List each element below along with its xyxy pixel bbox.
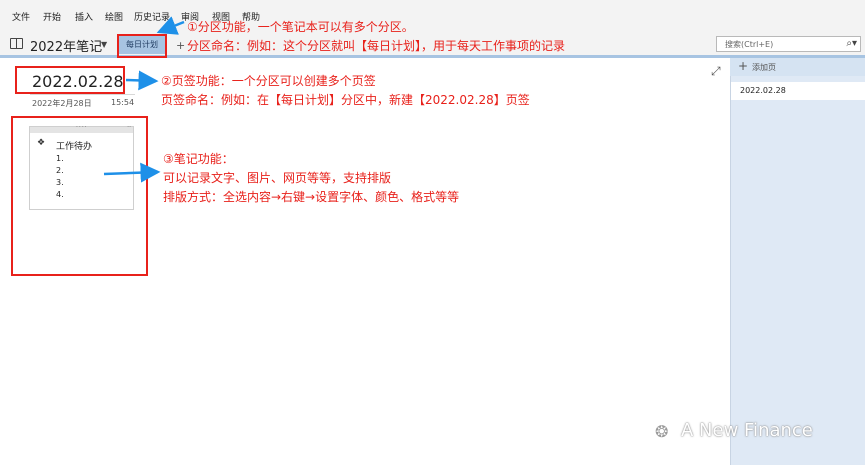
note-arrow bbox=[103, 162, 161, 183]
annotation-arrows bbox=[103, 16, 185, 183]
watermark-text: A New Finance bbox=[681, 420, 813, 441]
wechat-icon: ❂ bbox=[655, 422, 669, 441]
section-arrow bbox=[156, 16, 185, 35]
page-arrow bbox=[125, 70, 159, 91]
